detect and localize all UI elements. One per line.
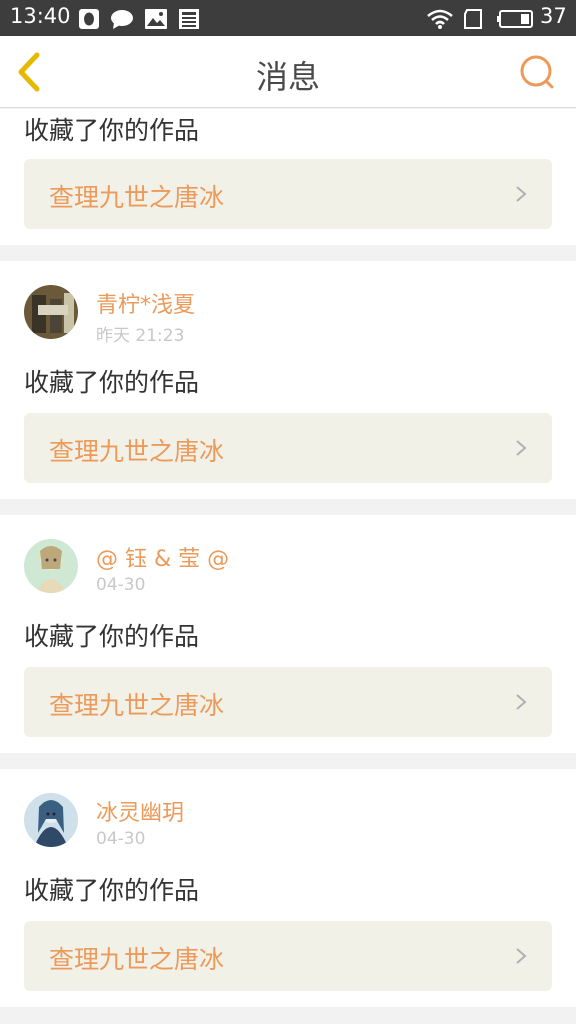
page-title: 消息 (255, 58, 320, 96)
wifi-icon (427, 9, 453, 29)
avatar[interactable] (24, 793, 78, 847)
work-link[interactable]: 查理九世之唐冰 (24, 159, 552, 229)
chevron-right-icon (516, 694, 527, 710)
chevron-right-icon (516, 440, 527, 456)
avatar[interactable] (24, 539, 78, 593)
image-icon (145, 9, 167, 29)
user-name[interactable]: 青柠*浅夏 (96, 287, 195, 319)
notification-card: 青柠*浅夏 昨天 21:23 收藏了你的作品 查理九世之唐冰 (0, 261, 576, 499)
work-title: 查理九世之唐冰 (49, 945, 225, 974)
work-title: 查理九世之唐冰 (49, 691, 225, 720)
notification-card: @ 钰 & 莹 @ 04-30 收藏了你的作品 查理九世之唐冰 (0, 515, 576, 753)
user-name[interactable]: 冰灵幽玥 (96, 795, 184, 827)
status-time: 13:40 (10, 4, 71, 28)
notification-time: 04-30 (96, 575, 146, 595)
title-bar: 消息 (0, 36, 576, 108)
qq-icon (79, 9, 99, 29)
search-icon[interactable] (514, 50, 558, 94)
work-title: 查理九世之唐冰 (49, 183, 225, 212)
chat-bubble-icon (111, 10, 133, 29)
work-link[interactable]: 查理九世之唐冰 (24, 667, 552, 737)
notification-card: 冰灵幽玥 04-30 收藏了你的作品 查理九世之唐冰 (0, 769, 576, 1007)
notification-time: 昨天 21:23 (96, 326, 185, 346)
notification-action: 收藏了你的作品 (24, 876, 200, 905)
chevron-right-icon (516, 948, 527, 964)
battery-level: 37 (540, 4, 567, 28)
chevron-right-icon (516, 186, 527, 202)
notification-action: 收藏了你的作品 (24, 368, 200, 397)
sim-icon (464, 9, 482, 29)
status-bar: 13:40 37 (0, 0, 576, 36)
battery-icon (497, 10, 533, 28)
work-title: 查理九世之唐冰 (49, 437, 225, 466)
work-link[interactable]: 查理九世之唐冰 (24, 921, 552, 991)
news-icon (179, 9, 199, 29)
user-name[interactable]: @ 钰 & 莹 @ (96, 541, 229, 573)
work-link[interactable]: 查理九世之唐冰 (24, 413, 552, 483)
notification-time: 04-30 (96, 829, 146, 849)
notification-action: 收藏了你的作品 (24, 622, 200, 651)
notification-action: 收藏了你的作品 (24, 116, 200, 145)
avatar[interactable] (24, 285, 78, 339)
notification-card: 收藏了你的作品 查理九世之唐冰 (0, 109, 576, 245)
